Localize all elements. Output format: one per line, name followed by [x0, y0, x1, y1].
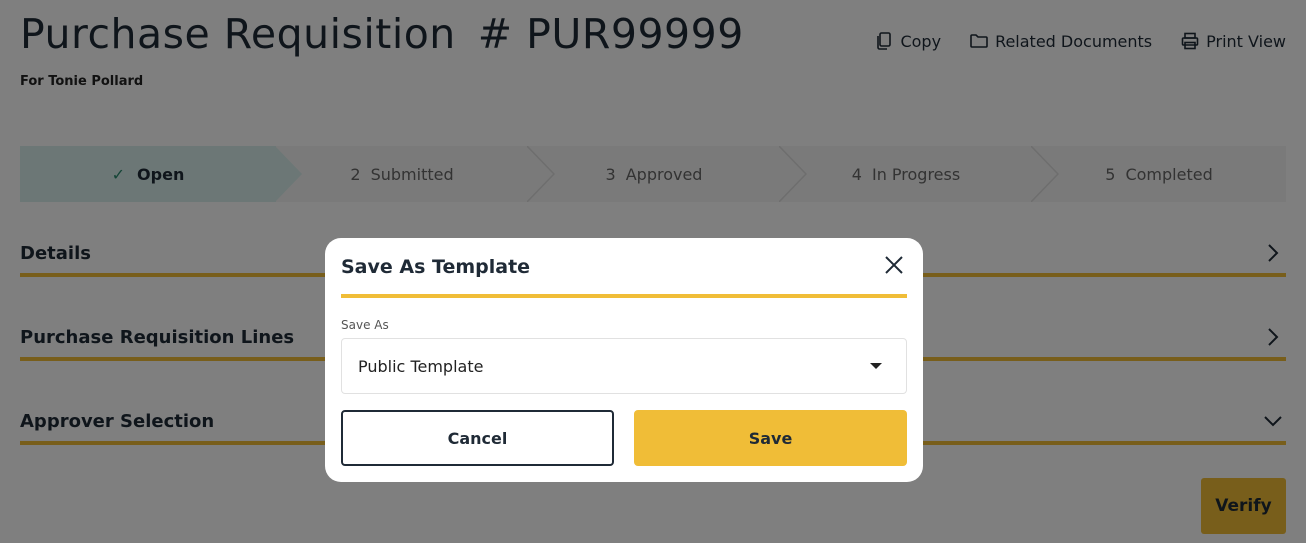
cancel-button[interactable]: Cancel	[341, 410, 614, 466]
dialog-title: Save As Template	[341, 256, 531, 278]
save-as-label: Save As	[341, 318, 389, 332]
selected-value: Public Template	[358, 356, 484, 376]
caret-down-icon	[870, 363, 882, 369]
dialog-divider	[341, 294, 907, 298]
save-as-select[interactable]: Public Template	[341, 338, 907, 394]
save-button[interactable]: Save	[634, 410, 907, 466]
save-as-template-dialog: Save As Template Save As Public Template…	[325, 238, 923, 482]
close-icon[interactable]	[883, 254, 905, 276]
